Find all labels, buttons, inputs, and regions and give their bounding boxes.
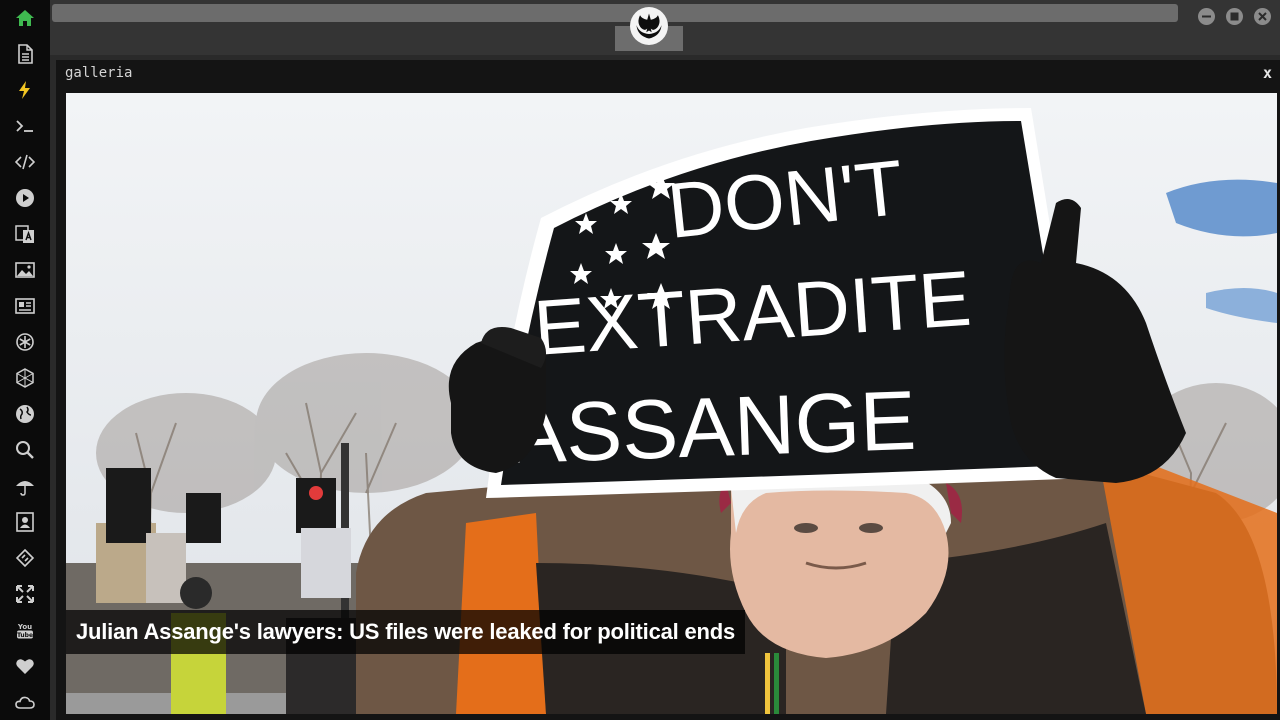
expand-icon[interactable]: [0, 576, 50, 612]
maximize-icon[interactable]: [1226, 8, 1243, 25]
contact-icon[interactable]: [0, 504, 50, 540]
gallery-window: galleria x DON'T EXTRADITE ASSANGE Julia…: [56, 60, 1280, 720]
play-icon[interactable]: [0, 180, 50, 216]
heart-icon[interactable]: [0, 648, 50, 684]
window-close-button[interactable]: x: [1263, 64, 1272, 82]
close-icon[interactable]: [1254, 8, 1271, 25]
top-bar: [50, 0, 1280, 55]
embed-icon[interactable]: [0, 540, 50, 576]
rebel-alliance-icon[interactable]: [630, 7, 668, 45]
lightning-icon[interactable]: [0, 72, 50, 108]
home-icon[interactable]: [0, 0, 50, 36]
minimize-icon[interactable]: [1198, 8, 1215, 25]
sign-line-3: ASSANGE: [508, 373, 917, 481]
sidebar: You Tube: [0, 0, 50, 720]
cloud-icon[interactable]: [0, 684, 50, 720]
translate-icon[interactable]: [0, 216, 50, 252]
svg-text:Tube: Tube: [17, 632, 33, 639]
search-icon[interactable]: [0, 432, 50, 468]
address-bar[interactable]: [52, 4, 1178, 22]
globe-icon[interactable]: [0, 396, 50, 432]
youtube-icon[interactable]: You Tube: [0, 612, 50, 648]
window-title: galleria: [65, 65, 133, 81]
settings-icon[interactable]: [0, 324, 50, 360]
image-icon[interactable]: [0, 252, 50, 288]
code-icon[interactable]: [0, 144, 50, 180]
hexagon-icon[interactable]: [0, 360, 50, 396]
document-icon[interactable]: [0, 36, 50, 72]
terminal-icon[interactable]: [0, 108, 50, 144]
photo-caption[interactable]: Julian Assange's lawyers: US files were …: [66, 610, 746, 654]
news-icon[interactable]: [0, 288, 50, 324]
svg-text:You: You: [17, 623, 32, 631]
umbrella-icon[interactable]: [0, 468, 50, 504]
